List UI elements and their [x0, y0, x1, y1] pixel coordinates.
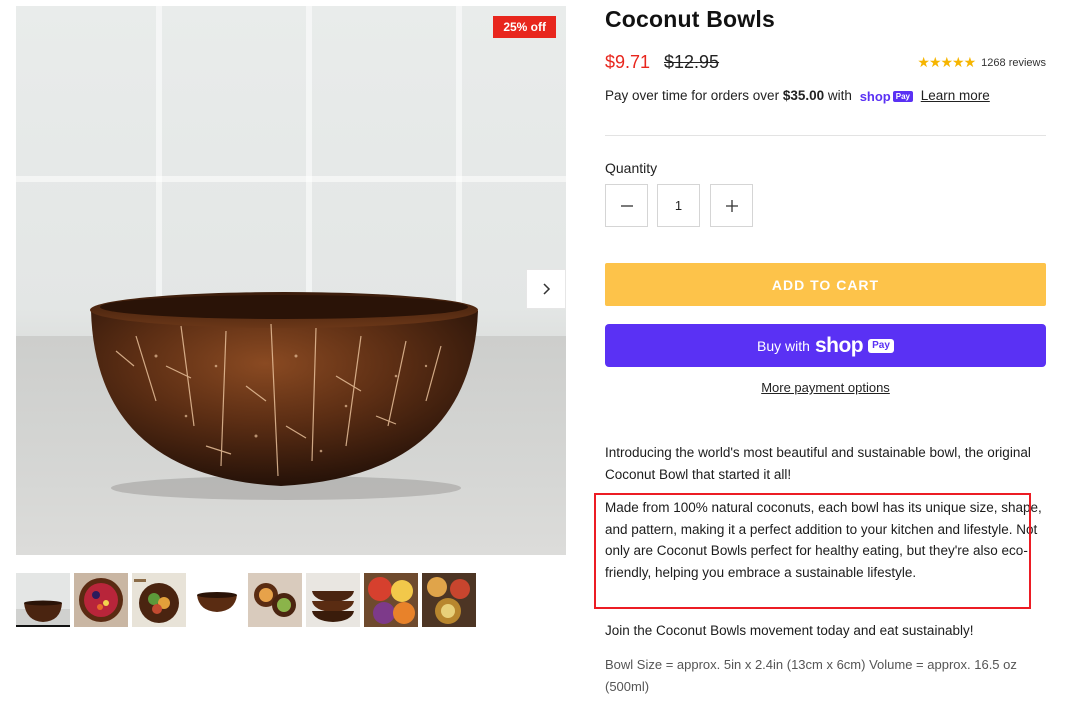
star-rating-icon: ★★★★★ — [917, 54, 976, 70]
minus-icon — [620, 204, 633, 207]
thumbnail-strip — [16, 573, 476, 627]
more-payment-options-link[interactable]: More payment options — [605, 380, 1046, 395]
description-intro: Introducing the world's most beautiful a… — [605, 445, 1031, 482]
product-title: Coconut Bowls — [605, 6, 775, 32]
description-cta: Join the Coconut Bowls movement today an… — [605, 623, 974, 638]
coconut-bowl-illustration — [90, 292, 478, 500]
smoothie-bowl-photo — [74, 573, 128, 627]
installments-prefix: Pay over time for orders over — [605, 88, 780, 103]
table-spread-photo — [422, 573, 476, 627]
installments-message: Pay over time for orders over $35.00 wit… — [605, 88, 990, 104]
stacked-bowls-photo — [306, 573, 360, 627]
thumbnail-bowl-white[interactable] — [190, 573, 244, 627]
sale-badge: 25% off — [493, 16, 556, 38]
thumbnail-stacked-bowls[interactable] — [306, 573, 360, 627]
learn-more-link[interactable]: Learn more — [921, 88, 990, 103]
shop-pay-wordmark: shop — [859, 88, 891, 104]
installments-amount: $35.00 — [782, 88, 825, 103]
thumbnail-fruit-bowls[interactable] — [364, 573, 418, 627]
divider — [605, 135, 1046, 136]
bowl-white-background-photo — [190, 573, 244, 627]
buy-with-shop-pay-button[interactable]: Buy with shop Pay — [605, 324, 1046, 367]
thumbnail-table-spread[interactable] — [422, 573, 476, 627]
rating-summary[interactable]: ★★★★★ 1268 reviews — [917, 54, 1046, 71]
sale-price: $9.71 — [605, 52, 651, 72]
shop-pay-chip: Pay — [892, 90, 913, 103]
product-main-image[interactable]: 25% off — [16, 6, 566, 555]
thumbnail-smoothie-bowl[interactable] — [74, 573, 128, 627]
description-body: Made from 100% natural coconuts, each bo… — [605, 500, 1042, 580]
shop-pay-wordmark: shop — [814, 334, 864, 357]
quantity-label: Quantity — [605, 160, 658, 176]
coconut-bowl-photo — [16, 573, 70, 627]
bowls-in-hands-photo — [248, 573, 302, 627]
compare-price: $12.95 — [664, 52, 720, 72]
thumbnail-salad-bowl[interactable] — [132, 573, 186, 627]
quantity-increase-button[interactable] — [710, 184, 753, 227]
thumbnail-coconut-bowl[interactable] — [16, 573, 70, 627]
plus-icon — [725, 199, 738, 212]
thumbnail-bowls-in-hands[interactable] — [248, 573, 302, 627]
salad-bowl-photo — [132, 573, 186, 627]
add-to-cart-button[interactable]: ADD TO CART — [605, 263, 1046, 306]
quantity-input[interactable]: 1 — [657, 184, 700, 227]
shop-pay-logo: shop Pay — [860, 89, 913, 104]
next-image-button[interactable] — [526, 269, 566, 309]
buy-with-label: Buy with — [757, 337, 810, 354]
installments-with: with — [827, 88, 852, 103]
quantity-decrease-button[interactable] — [605, 184, 648, 227]
price-row: $9.71 $12.95 ★★★★★ 1268 reviews — [605, 52, 1046, 74]
fruit-bowls-photo — [364, 573, 418, 627]
chevron-right-icon — [543, 283, 551, 295]
shop-pay-chip: Pay — [868, 338, 894, 353]
review-count: 1268 reviews — [981, 56, 1046, 69]
description-specs: Bowl Size = approx. 5in x 2.4in (13cm x … — [605, 657, 1017, 694]
